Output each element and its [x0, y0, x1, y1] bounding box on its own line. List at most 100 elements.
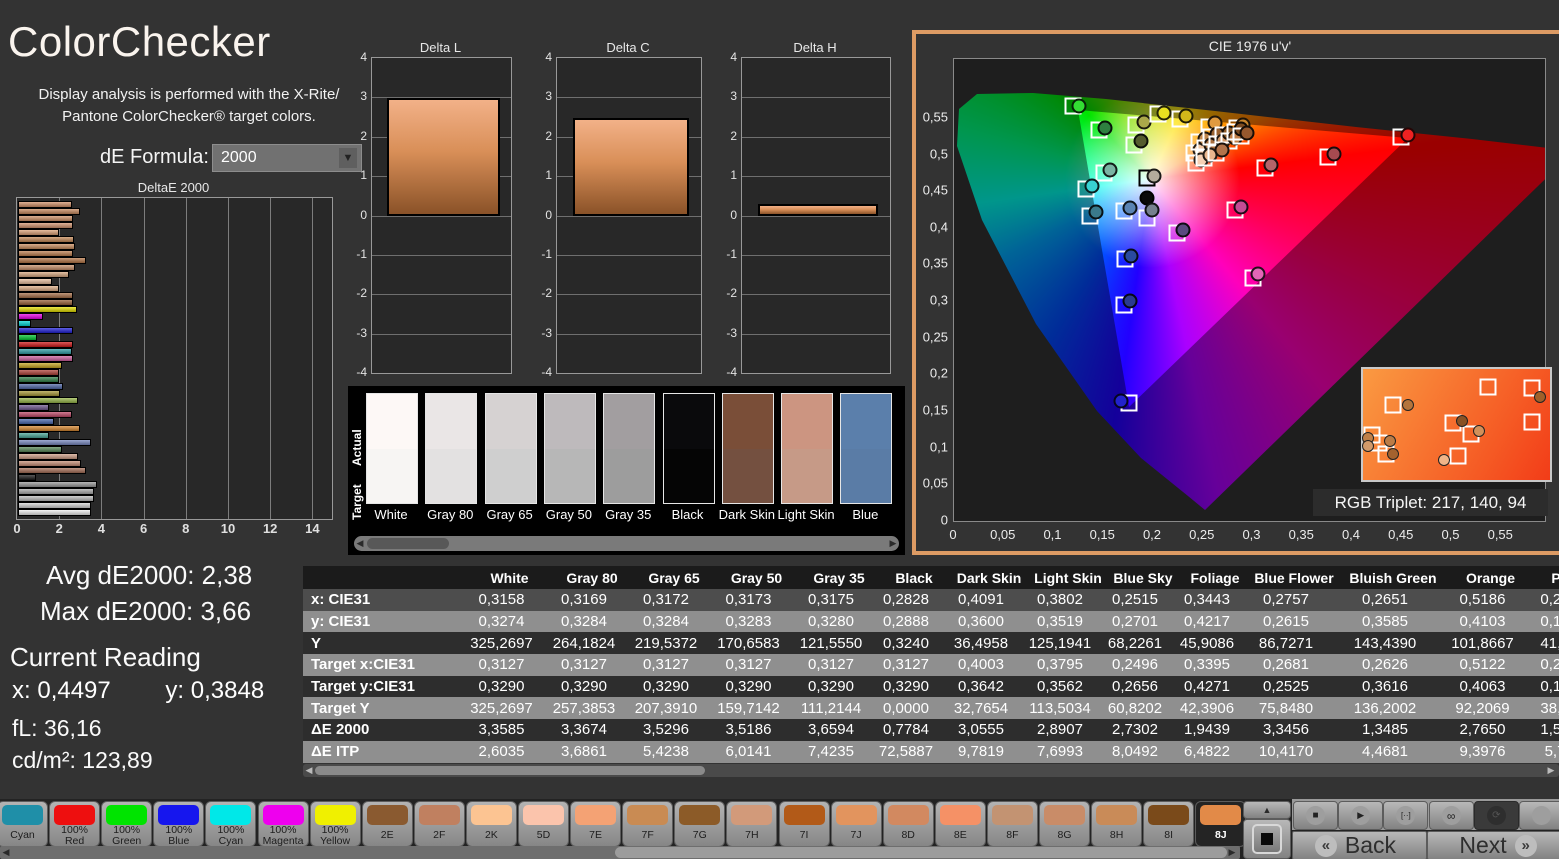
patch-swatch	[835, 805, 877, 825]
patch-button-7f[interactable]: 7F	[622, 801, 674, 847]
transport-loop-button[interactable]: ∞	[1428, 801, 1474, 830]
table-cell: 0,2496	[1112, 656, 1158, 674]
table-scroll-left-icon[interactable]: ◀	[303, 765, 315, 776]
deltaE-bar	[18, 488, 95, 495]
patch-swatch	[314, 805, 356, 825]
inset-measurement-point	[1361, 440, 1374, 453]
gridline	[557, 254, 701, 256]
patch-button-5d[interactable]: 5D	[518, 801, 569, 847]
axis-tick-label: 0	[13, 521, 21, 536]
patch-button-8h[interactable]: 8H	[1091, 801, 1143, 847]
patch-button-7j[interactable]: 7J	[830, 801, 882, 847]
axis-tick-label: 0,2	[1142, 527, 1162, 542]
table-column-header: Blue Sky	[1113, 569, 1173, 586]
scroll-left-icon[interactable]: ◀	[354, 538, 366, 549]
patch-toolbar-scrollbar[interactable]: ◀ ▶	[0, 846, 1240, 859]
patch-button-100-yellow[interactable]: 100% Yellow	[309, 801, 361, 847]
patch-scroll-right-icon[interactable]: ▶	[1226, 847, 1238, 858]
swatch-target	[426, 448, 477, 503]
axis-tick-label: 0	[949, 527, 957, 542]
patch-button-100-cyan[interactable]: 100% Cyan	[205, 801, 257, 847]
table-scrollbar[interactable]: ◀ ▶	[303, 764, 1559, 777]
axis-tick-label: 0,05	[990, 527, 1016, 542]
deltaE-chart-title: DeltaE 2000	[137, 180, 210, 195]
patch-toolbar-scrollbar-thumb[interactable]	[615, 847, 1227, 858]
patch-button-8f[interactable]: 8F	[986, 801, 1038, 847]
deltaE-bar	[18, 229, 60, 236]
table-cell: 0,21	[1540, 656, 1559, 674]
table-cell: 0,3274	[478, 613, 525, 631]
table-scrollbar-thumb[interactable]	[315, 766, 705, 775]
patch-button-2k[interactable]: 2K	[465, 801, 517, 847]
patch-button-7e[interactable]: 7E	[570, 801, 622, 847]
swatch-label: Gray 35	[605, 507, 652, 522]
patch-button-100-green[interactable]: 100% Green	[101, 801, 153, 847]
scroll-right-icon[interactable]: ▶	[887, 538, 899, 549]
axis-tick-label: -3	[726, 325, 737, 340]
patch-button-100-magenta[interactable]: 100% Magenta	[257, 801, 309, 847]
transport-stop-button[interactable]: ■	[1293, 801, 1338, 830]
deltaE-bar	[18, 411, 73, 418]
de-formula-dropdown[interactable]: 2000 ▼	[212, 144, 362, 172]
patch-button-7i[interactable]: 7I	[778, 801, 830, 847]
swatch-target	[544, 448, 595, 503]
gridline	[557, 294, 701, 296]
axis-tick-label: 0,15	[922, 402, 948, 418]
transport-play-button[interactable]: ▶	[1338, 801, 1384, 830]
table-row-header: Target Y	[311, 699, 370, 717]
axis-tick-label: 0,4	[1341, 527, 1361, 542]
transport-step-button[interactable]: [··]	[1383, 801, 1429, 830]
table-row-header: Target y:CIE31	[311, 678, 415, 696]
table-cell: 0,3290	[883, 678, 929, 696]
patch-button-8d[interactable]: 8D	[882, 801, 934, 847]
delta-bar	[387, 98, 500, 216]
table-cell: 0,3127	[643, 656, 689, 674]
patch-button-8i[interactable]: 8I	[1143, 801, 1195, 847]
inset-measurement-point	[1534, 390, 1547, 403]
swatch-actual	[544, 394, 595, 449]
measurement-point	[1400, 127, 1416, 143]
transport-refresh-button[interactable]: ⟳	[1473, 801, 1519, 830]
patch-button-7g[interactable]: 7G	[674, 801, 726, 847]
deltaE-bar	[18, 467, 86, 474]
table-scroll-right-icon[interactable]: ▶	[1545, 765, 1557, 776]
table-cell: 0,2701	[1112, 613, 1158, 631]
swatch-scrollbar-thumb[interactable]	[367, 538, 449, 549]
patch-button-2e[interactable]: 2E	[361, 801, 413, 847]
next-button[interactable]: Next »	[1427, 831, 1559, 859]
transport-blank-button[interactable]	[1519, 801, 1559, 830]
table-column-header: Dark Skin	[956, 569, 1022, 586]
patch-button-2f[interactable]: 2F	[413, 801, 465, 847]
axis-tick-label: 2	[360, 128, 367, 143]
table-column-header: Pur	[1551, 569, 1559, 586]
deltaE-bar	[18, 327, 73, 334]
table-cell: 264,1824	[552, 634, 616, 652]
axis-tick-label: 0,3	[1242, 527, 1261, 542]
table-row: Target Y 325,2697 257,3853 207,3910 159,7142…	[303, 697, 1559, 720]
patch-button-8e[interactable]: 8E	[934, 801, 986, 847]
patch-button-7h[interactable]: 7H	[726, 801, 778, 847]
patch-button-8g[interactable]: 8G	[1039, 801, 1090, 847]
swatch-label: Gray 50	[545, 507, 593, 522]
patch-button-100-blue[interactable]: 100% Blue	[153, 801, 205, 847]
table-cell: 159,7142	[717, 699, 780, 717]
patch-button-cyan[interactable]: Cyan	[0, 801, 48, 847]
deltaE-bar	[18, 250, 74, 257]
swatch-label: Gray 80	[427, 507, 474, 522]
deltaE-bar	[18, 474, 37, 481]
patch-button-8j[interactable]: 8J	[1195, 801, 1247, 847]
patch-button-100-red[interactable]: 100% Red	[49, 801, 101, 847]
deltaE-bar	[18, 369, 59, 376]
axis-tick-label: 0,05	[922, 475, 948, 491]
measurement-point	[1214, 142, 1230, 158]
table-row: ΔE ITP 2,6035 3,6861 5,4238 6,0141 7,4235 72,5…	[303, 740, 1559, 763]
stop-measure-button[interactable]	[1243, 819, 1291, 859]
table-cell: 111,2144	[800, 699, 862, 717]
app-description: Display analysis is performed with the X…	[38, 86, 340, 125]
swatch-scrollbar[interactable]: ◀ ▶	[354, 536, 899, 551]
patch-scroll-left-icon[interactable]: ◀	[0, 847, 12, 858]
back-button[interactable]: « Back	[1292, 831, 1427, 859]
gridline	[742, 97, 890, 99]
patch-scroll-up-button[interactable]: ▲	[1243, 801, 1291, 819]
table-column-header: Light Skin	[1034, 569, 1102, 586]
